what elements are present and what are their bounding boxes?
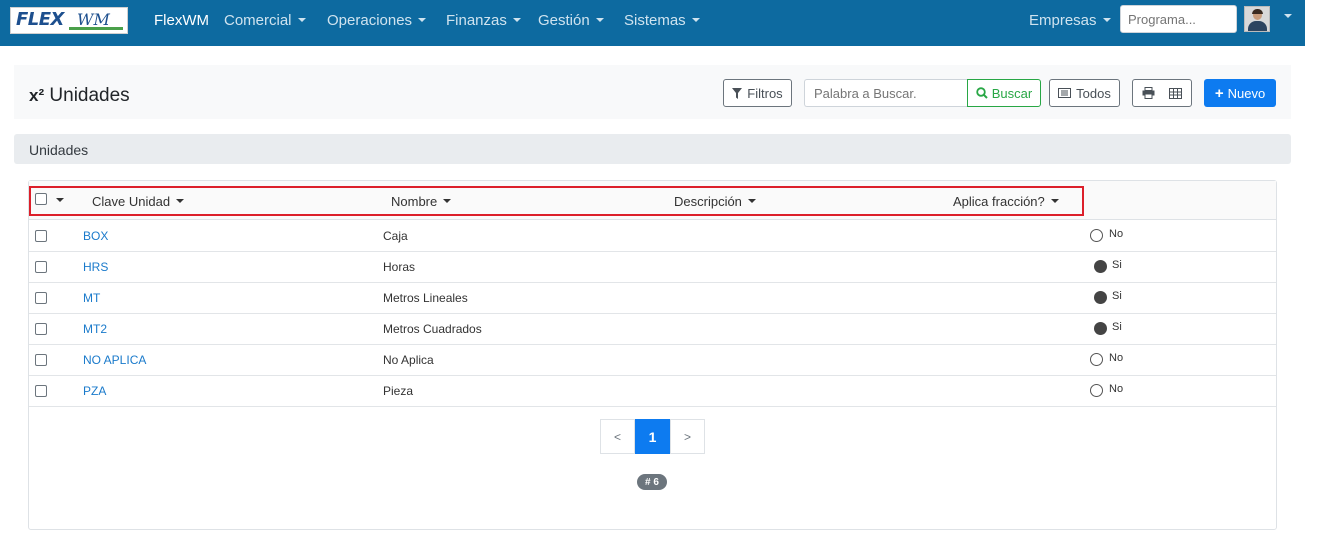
brand-link[interactable]: FlexWM <box>154 12 209 29</box>
logo-flex-text: FLEX <box>16 9 64 30</box>
search-button[interactable]: Buscar <box>967 79 1041 107</box>
units-icon: x² <box>29 86 45 105</box>
unit-code-link[interactable]: PZA <box>83 384 106 398</box>
menu-sistemas[interactable]: Sistemas <box>624 12 700 29</box>
fraction-indicator <box>1090 229 1103 242</box>
column-header-fraccion[interactable]: Aplica fracción? <box>953 194 1059 209</box>
sort-icon <box>443 199 452 203</box>
unit-name: Pieza <box>383 384 414 398</box>
pagination: < 1 > <box>600 419 705 454</box>
table-header: Clave Unidad Nombre Descripción Aplica f… <box>29 181 1276 220</box>
keyword-search-input[interactable] <box>804 79 968 107</box>
table-row: HRS Horas Si <box>29 252 1276 283</box>
fraction-indicator <box>1090 384 1103 397</box>
flexwm-logo[interactable]: FLEX WM <box>10 7 128 34</box>
section-title: Unidades <box>29 142 89 158</box>
export-button-group <box>1132 79 1192 107</box>
fraction-value: No <box>1109 228 1124 240</box>
filters-button[interactable]: Filtros <box>723 79 792 107</box>
sort-icon <box>747 199 756 203</box>
fraction-indicator <box>1094 291 1107 304</box>
section-title-bar: Unidades <box>14 134 1291 164</box>
logo-underline <box>69 27 123 30</box>
page-1-button[interactable]: 1 <box>635 419 670 454</box>
header-highlight-box <box>29 186 1084 216</box>
prev-page-button[interactable]: < <box>600 419 635 454</box>
unit-name: Metros Cuadrados <box>383 322 482 336</box>
column-header-nombre[interactable]: Nombre <box>391 194 452 209</box>
row-checkbox[interactable] <box>35 323 47 335</box>
menu-operaciones[interactable]: Operaciones <box>327 12 427 29</box>
unit-name: Metros Lineales <box>383 291 468 305</box>
fraction-value: Si <box>1112 290 1122 302</box>
select-all-checkbox[interactable] <box>35 193 47 205</box>
fraction-indicator <box>1094 260 1107 273</box>
user-menu-chevron-icon[interactable] <box>1284 14 1292 18</box>
unit-code-link[interactable]: MT <box>83 291 100 305</box>
unit-name: Horas <box>383 260 416 274</box>
program-search-input[interactable] <box>1120 5 1237 33</box>
chevron-down-icon <box>1102 18 1111 22</box>
table-row: MT Metros Lineales Si <box>29 283 1276 314</box>
new-button[interactable]: + Nuevo <box>1204 79 1276 107</box>
menu-gestion[interactable]: Gestión <box>538 12 604 29</box>
print-icon[interactable] <box>1142 87 1155 99</box>
all-button[interactable]: Todos <box>1049 79 1120 107</box>
table-row: BOX Caja No <box>29 221 1276 252</box>
unit-name: Caja <box>383 229 408 243</box>
row-checkbox[interactable] <box>35 292 47 304</box>
list-icon <box>1058 88 1072 98</box>
fraction-indicator <box>1094 322 1107 335</box>
row-checkbox[interactable] <box>35 385 47 397</box>
unit-code-link[interactable]: NO APLICA <box>83 353 146 367</box>
chevron-down-icon <box>418 18 427 22</box>
menu-comercial[interactable]: Comercial <box>224 12 306 29</box>
record-count-badge: # 6 <box>637 474 667 490</box>
column-header-descripcion[interactable]: Descripción <box>674 194 756 209</box>
column-header-clave[interactable]: Clave Unidad <box>92 194 185 209</box>
search-icon <box>976 87 988 99</box>
row-checkbox[interactable] <box>35 230 47 242</box>
next-page-button[interactable]: > <box>670 419 705 454</box>
chevron-down-icon <box>691 18 700 22</box>
bulk-actions-chevron-icon[interactable] <box>56 198 64 202</box>
table-row: MT2 Metros Cuadrados Si <box>29 314 1276 345</box>
fraction-value: Si <box>1112 321 1122 333</box>
user-avatar[interactable] <box>1244 6 1270 32</box>
table-row: NO APLICA No Aplica No <box>29 345 1276 376</box>
unit-code-link[interactable]: BOX <box>83 229 108 243</box>
table-icon[interactable] <box>1169 87 1182 99</box>
chevron-down-icon <box>512 18 521 22</box>
row-checkbox[interactable] <box>35 354 47 366</box>
fraction-value: No <box>1109 352 1124 364</box>
menu-finanzas[interactable]: Finanzas <box>446 12 521 29</box>
table-row: PZA Pieza No <box>29 376 1276 407</box>
top-navbar: FLEX WM FlexWM Comercial Operaciones Fin… <box>0 0 1305 46</box>
menu-empresas[interactable]: Empresas <box>1029 12 1111 29</box>
fraction-indicator <box>1090 353 1103 366</box>
chevron-down-icon <box>297 18 306 22</box>
page-title: x² Unidades <box>29 85 130 106</box>
fraction-value: No <box>1109 383 1124 395</box>
unit-name: No Aplica <box>383 353 434 367</box>
filter-icon <box>732 87 743 99</box>
unit-code-link[interactable]: MT2 <box>83 322 107 336</box>
sort-icon <box>176 199 185 203</box>
chevron-down-icon <box>595 18 604 22</box>
sort-icon <box>1050 199 1059 203</box>
unit-code-link[interactable]: HRS <box>83 260 108 274</box>
row-checkbox[interactable] <box>35 261 47 273</box>
fraction-value: Si <box>1112 259 1122 271</box>
plus-icon: + <box>1214 84 1224 102</box>
